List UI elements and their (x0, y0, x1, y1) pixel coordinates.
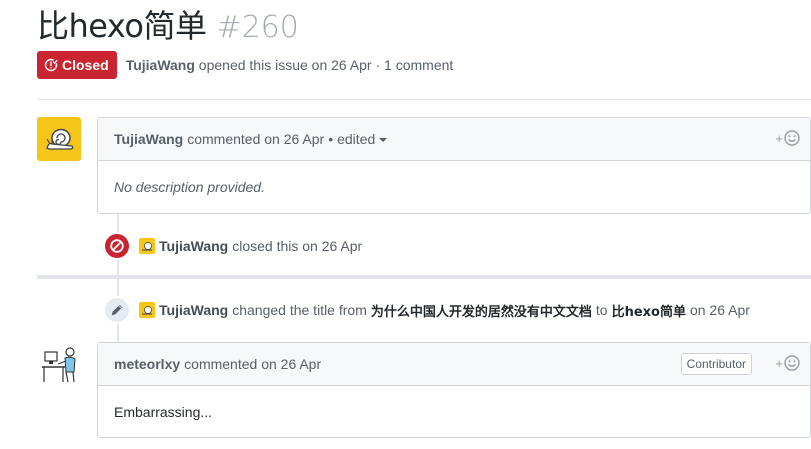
comment-1-text: No description provided. (114, 179, 265, 195)
closed-event: TujiaWang closed this on 26 Apr (103, 232, 362, 260)
renamed-text-3: on 26 Apr (689, 302, 750, 318)
renamed-event: TujiaWang changed the title from 为什么中国人开… (103, 296, 750, 324)
old-title: 为什么中国人开发的居然没有中文文档 (370, 304, 592, 320)
renamed-event-actor[interactable]: TujiaWang (159, 302, 228, 318)
comment-2-body: Embarrassing... (98, 386, 810, 437)
comment-2-text: Embarrassing... (114, 403, 213, 420)
renamed-text-1: changed the title from (232, 302, 367, 318)
closed-event-actor[interactable]: TujiaWang (159, 238, 228, 254)
edited-dropdown[interactable]: edited (337, 131, 388, 147)
renamed-text-2: to (595, 302, 608, 318)
snail-avatar-icon (139, 238, 155, 254)
edited-label: edited (337, 131, 376, 147)
closed-event-desc: closed this on 26 Apr (232, 238, 363, 254)
pencil-icon (111, 304, 123, 316)
header-divider (37, 99, 811, 100)
issue-meta: Closed TujiaWang opened this issue on 26… (37, 51, 453, 79)
snail-avatar-icon (139, 302, 155, 318)
closed-event-text: TujiaWang closed this on 26 Apr (139, 238, 362, 254)
issue-number: #260 (216, 10, 299, 45)
contributor-badge: Contributor (680, 353, 752, 375)
state-label: Closed (62, 57, 109, 73)
mini-avatar[interactable] (139, 302, 155, 318)
comment-1-action[interactable]: commented on 26 Apr (187, 131, 324, 147)
author-avatar[interactable] (37, 117, 81, 161)
issue-closed-icon (44, 58, 58, 72)
issue-meta-text: TujiaWang opened this issue on 26 Apr · … (126, 57, 454, 73)
circle-slash-icon (110, 239, 124, 253)
meteorlxy-avatar[interactable] (37, 342, 81, 386)
comment-1-author[interactable]: TujiaWang (114, 131, 183, 147)
issue-title: 比hexo简单 (37, 7, 207, 45)
person-at-desk-avatar-icon (37, 342, 81, 386)
renamed-event-badge (103, 296, 131, 324)
closed-state-badge: Closed (37, 51, 117, 79)
caret-down-icon (379, 138, 388, 143)
issue-author-link[interactable]: TujiaWang (126, 57, 195, 73)
comment-2-header: meteorlxy commented on 26 Apr Contributo… (98, 343, 810, 386)
timeline-divider (37, 275, 811, 279)
smiley-icon (784, 130, 800, 146)
comment-2-action[interactable]: commented on 26 Apr (184, 356, 321, 372)
issue-meta-suffix: opened this issue on 26 Apr · 1 comment (198, 57, 454, 73)
comment-1-header: TujiaWang commented on 26 Apr • edited + (98, 118, 810, 161)
issue-header: 比hexo简单 #260 Closed TujiaWang opened thi… (37, 6, 811, 79)
comment-2-author[interactable]: meteorlxy (114, 356, 180, 372)
smiley-icon (784, 355, 800, 371)
comment-1: TujiaWang commented on 26 Apr • edited +… (97, 117, 811, 214)
add-reaction-button[interactable]: + (775, 130, 800, 146)
comment-1-body: No description provided. (98, 161, 810, 213)
mini-avatar[interactable] (139, 238, 155, 254)
new-title: 比hexo简单 (611, 304, 686, 320)
snail-avatar-icon (37, 117, 81, 161)
closed-event-badge (103, 232, 131, 260)
plus-label: + (775, 130, 783, 146)
add-reaction-button[interactable]: + (775, 355, 800, 371)
issue-title-row: 比hexo简单 #260 (37, 6, 811, 46)
comment-2: meteorlxy commented on 26 Apr Contributo… (97, 342, 811, 438)
renamed-event-text: TujiaWang changed the title from 为什么中国人开… (139, 301, 750, 320)
comment-1-separator: • (328, 131, 334, 147)
plus-label: + (775, 355, 783, 371)
